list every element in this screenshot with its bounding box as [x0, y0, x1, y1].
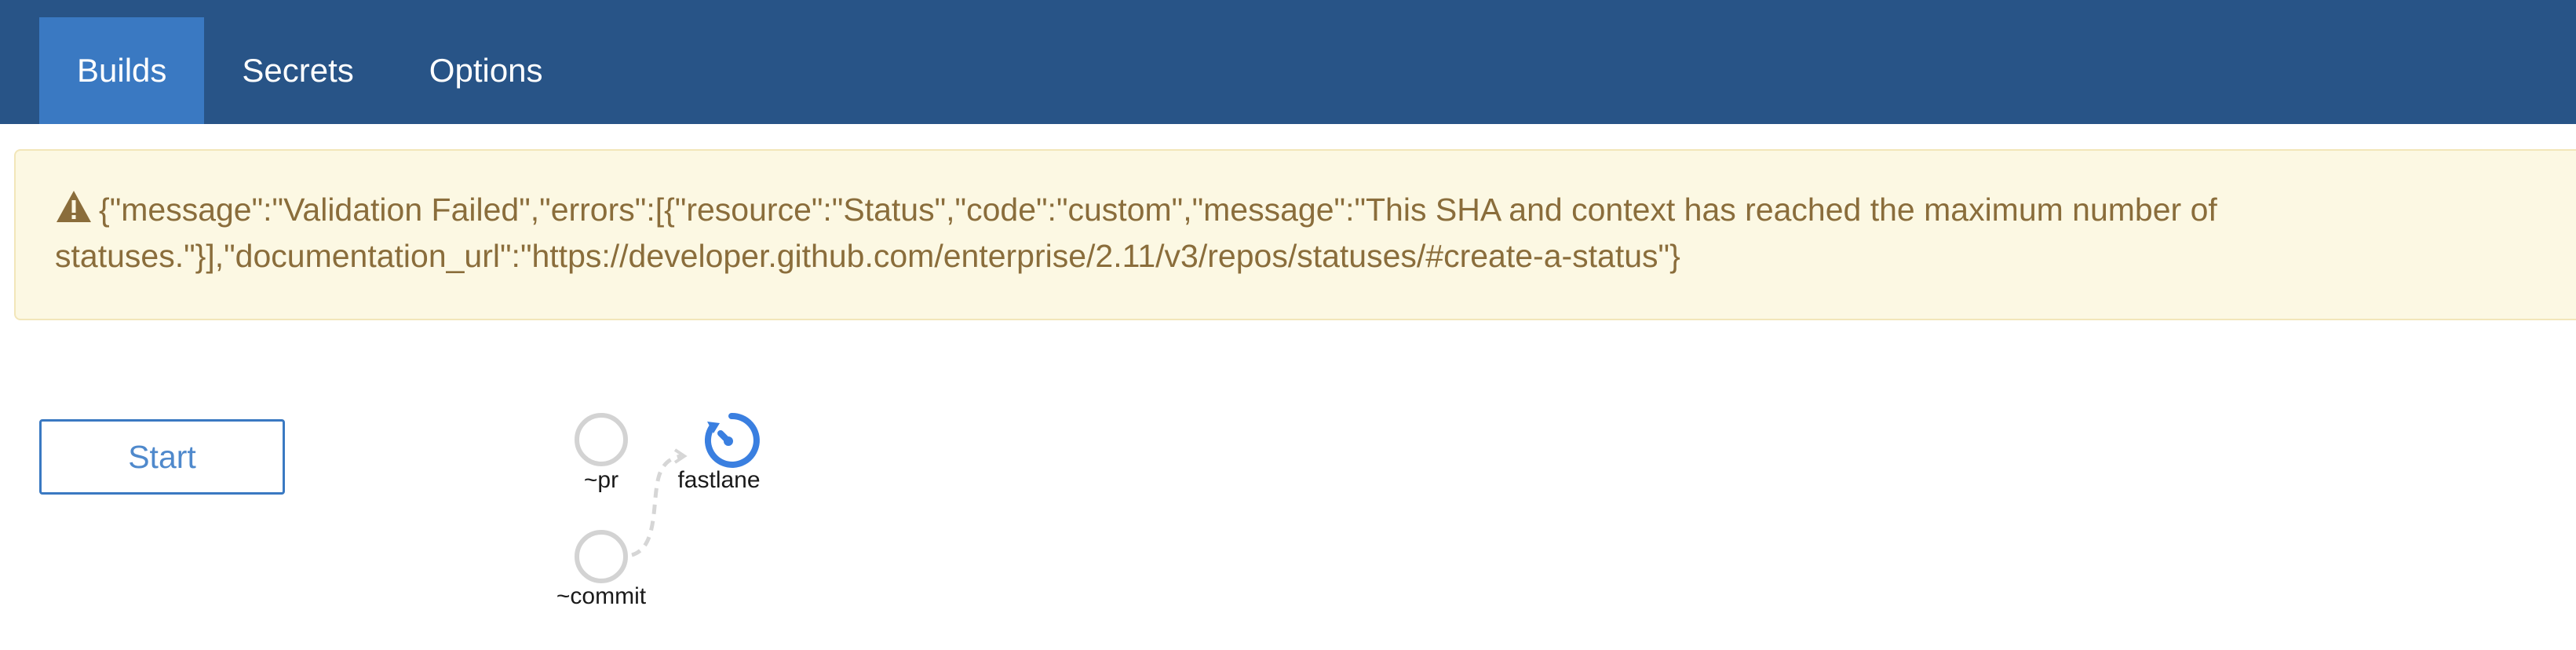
error-alert: {"message":"Validation Failed","errors":… [14, 149, 2576, 320]
tab-secrets[interactable]: Secrets [204, 17, 391, 124]
alert-message-line-2: statuses."}],"documentation_url":"https:… [55, 238, 1680, 274]
fastlane-node-label: fastlane [677, 467, 761, 493]
commit-to-fastlane-connector [631, 454, 682, 557]
pipeline-graph: ~pr fastlane ~commit [542, 404, 793, 624]
commit-node-icon[interactable] [575, 530, 628, 583]
start-button[interactable]: Start [39, 419, 285, 495]
tab-options[interactable]: Options [392, 17, 581, 124]
fastlane-node-icon[interactable] [704, 412, 760, 468]
top-navbar: Builds Secrets Options [0, 0, 2576, 124]
tab-bar: Builds Secrets Options [39, 17, 581, 124]
tab-builds[interactable]: Builds [39, 17, 205, 124]
alert-message-line-1: {"message":"Validation Failed","errors":… [99, 192, 2217, 228]
commit-node-label: ~commit [556, 583, 647, 609]
pr-node-icon[interactable] [575, 413, 628, 466]
alert-line-1: {"message":"Validation Failed","errors":… [55, 187, 2576, 233]
warning-icon [57, 191, 91, 222]
pr-node-label: ~pr [583, 467, 619, 493]
